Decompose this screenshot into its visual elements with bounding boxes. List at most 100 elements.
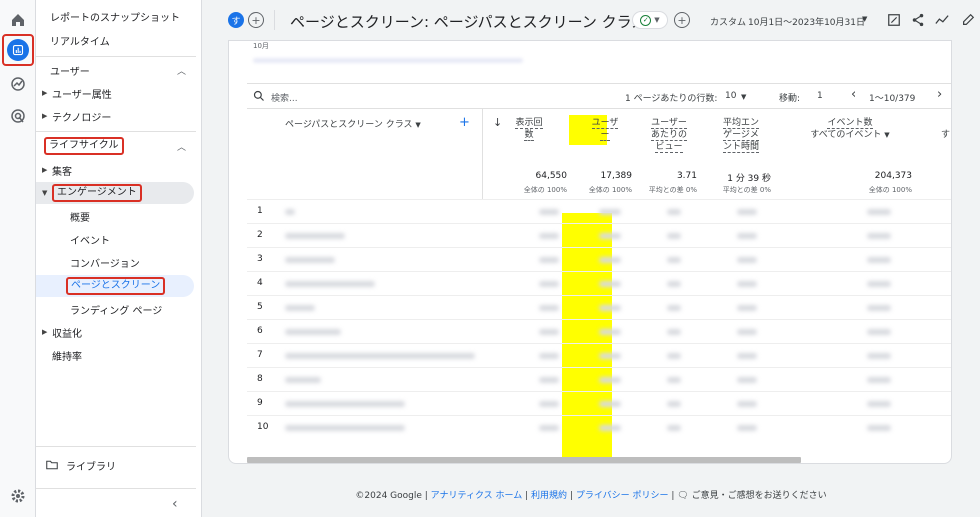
- column-header-users[interactable]: ユーザー: [587, 117, 623, 141]
- total-event-count-sub: 全体の 100%: [868, 186, 912, 194]
- search-input[interactable]: 検索...: [271, 91, 298, 104]
- check-icon: ✓: [640, 14, 652, 26]
- column-header-views[interactable]: 表示回数: [509, 117, 549, 141]
- reports-icon[interactable]: [7, 39, 29, 61]
- column-header-avg-engagement[interactable]: 平均エン ゲージメ ント時間: [711, 117, 771, 153]
- nav-pages-screens[interactable]: ページとスクリーン: [36, 276, 196, 296]
- divider: [36, 488, 196, 489]
- explore-icon[interactable]: [6, 72, 30, 96]
- analytics-home-link[interactable]: アナリティクス ホーム: [431, 491, 523, 501]
- nav-acquisition[interactable]: ▶ 集客: [36, 160, 196, 180]
- total-avg-engagement: 1 分 39 秒: [727, 174, 771, 184]
- blurred-legend: [253, 58, 523, 63]
- total-users-sub: 全体の 100%: [588, 186, 632, 194]
- divider: [482, 109, 483, 199]
- table-header: ページパスとスクリーン クラス ▼ + ↓ 表示回数 ユーザー ユーザー あたりの…: [247, 109, 951, 199]
- edit-pencil-icon[interactable]: [960, 12, 976, 28]
- page-range: 1～10/379: [869, 94, 916, 104]
- nav-overview[interactable]: 概要: [36, 206, 196, 226]
- goto-input[interactable]: 1: [817, 91, 823, 101]
- footer: ©2024 Google | アナリティクス ホーム | 利用規約 | プライバ…: [355, 491, 827, 501]
- column-header-views-per-user[interactable]: ユーザー あたりの ビュー: [639, 117, 699, 153]
- settings-gear-icon[interactable]: [6, 484, 30, 508]
- collapse-arrow-icon: ▼: [42, 189, 48, 197]
- expand-arrow-icon: ▶: [42, 112, 48, 120]
- report-nav: レポートのスナップショット リアルタイム ユーザー ︿ ▶ ユーザー属性 ▶ テクノロ…: [36, 0, 202, 517]
- total-views-per-user: 3.71: [676, 171, 697, 181]
- total-avg-engagement-sub: 平均との差 0%: [722, 186, 771, 194]
- status-chip[interactable]: ✓ ▼: [632, 11, 668, 29]
- column-header-dimension[interactable]: ページパスとスクリーン クラス ▼: [285, 119, 421, 131]
- folder-icon: [46, 460, 58, 470]
- table-row[interactable]: 1: [247, 199, 951, 223]
- date-range-picker[interactable]: 10月1日～2023年10月31日: [748, 15, 865, 28]
- add-filter-icon[interactable]: +: [674, 12, 690, 28]
- table-row[interactable]: 8: [247, 367, 951, 391]
- insights-icon[interactable]: [934, 12, 950, 28]
- expand-arrow-icon: ▶: [42, 166, 48, 174]
- add-comparison-icon[interactable]: +: [248, 12, 264, 28]
- share-icon[interactable]: [910, 12, 926, 28]
- chevron-up-icon: ︿: [176, 66, 186, 77]
- nav-section-lifecycle[interactable]: ライフサイクル ︿: [36, 136, 196, 156]
- chevron-down-icon[interactable]: ▼: [741, 93, 746, 101]
- chart-axis-stub: 10月: [253, 42, 269, 50]
- add-dimension-plus-icon[interactable]: +: [459, 116, 470, 129]
- divider: [36, 56, 196, 57]
- home-icon[interactable]: [6, 8, 30, 32]
- column-header-event-count[interactable]: イベント数 すべてのイベント ▼: [795, 117, 905, 141]
- nav-snapshot[interactable]: レポートのスナップショット: [36, 6, 196, 26]
- rows-per-page-label: 1 ページあたりの行数:: [625, 94, 718, 104]
- date-dropdown-icon[interactable]: ▼: [862, 15, 867, 23]
- table-row[interactable]: 4: [247, 271, 951, 295]
- nav-technology[interactable]: ▶ テクノロジー: [36, 106, 196, 126]
- date-prefix: カスタム: [710, 18, 747, 28]
- reports-rail-highlight: [2, 34, 34, 66]
- table-row[interactable]: 5: [247, 295, 951, 319]
- table-row[interactable]: 10: [247, 415, 951, 439]
- nav-landing-page[interactable]: ランディング ページ: [36, 299, 196, 319]
- table-row[interactable]: 6: [247, 319, 951, 343]
- total-users: 17,389: [600, 171, 633, 181]
- nav-monetization[interactable]: ▶ 収益化: [36, 322, 196, 342]
- nav-user-attributes[interactable]: ▶ ユーザー属性: [36, 83, 196, 103]
- chevron-down-icon: ▼: [415, 121, 421, 129]
- total-views: 64,550: [535, 171, 568, 181]
- nav-realtime[interactable]: リアルタイム: [36, 30, 196, 50]
- next-page-icon[interactable]: ›: [937, 87, 942, 102]
- table-row[interactable]: 9: [247, 391, 951, 415]
- terms-link[interactable]: 利用規約: [531, 491, 567, 501]
- privacy-link[interactable]: プライバシー ポリシー: [576, 491, 669, 501]
- collapse-nav-chevron-icon[interactable]: ‹: [172, 496, 178, 512]
- nav-events[interactable]: イベント: [36, 229, 196, 249]
- table-row[interactable]: 2: [247, 223, 951, 247]
- nav-engagement[interactable]: ▼ エンゲージメント: [36, 183, 196, 203]
- chevron-up-icon: ︿: [176, 142, 186, 153]
- prev-page-icon[interactable]: ‹: [851, 87, 856, 102]
- feedback-link[interactable]: ご意見・ご感想をお送りください: [692, 491, 827, 501]
- nav-retention[interactable]: 維持率: [36, 345, 196, 365]
- left-rail: [0, 0, 36, 517]
- total-views-per-user-sub: 平均との差 0%: [648, 186, 697, 194]
- chevron-down-icon: ▼: [654, 16, 660, 24]
- table-row[interactable]: 7: [247, 343, 951, 367]
- chevron-down-icon: ▼: [884, 131, 890, 139]
- customize-report-icon[interactable]: [886, 12, 902, 28]
- nav-library[interactable]: ライブラリ: [36, 455, 196, 475]
- avatar[interactable]: す: [228, 12, 244, 28]
- table-row[interactable]: 3: [247, 247, 951, 271]
- advertising-icon[interactable]: [6, 104, 30, 128]
- copyright: ©2024 Google: [355, 491, 422, 501]
- total-event-count: 204,373: [874, 171, 912, 181]
- nav-section-users[interactable]: ユーザー ︿: [36, 60, 196, 80]
- rows-per-page-select[interactable]: 10: [725, 91, 736, 101]
- nav-conversions[interactable]: コンバージョン: [36, 252, 196, 272]
- horizontal-scrollbar[interactable]: [247, 457, 801, 463]
- expand-arrow-icon: ▶: [42, 328, 48, 336]
- sort-arrow-down-icon[interactable]: ↓: [493, 117, 502, 129]
- divider: [36, 131, 196, 132]
- divider: [36, 446, 196, 447]
- search-icon: [253, 90, 264, 101]
- feedback-icon[interactable]: 🗨: [677, 491, 688, 501]
- goto-label: 移動:: [779, 94, 801, 104]
